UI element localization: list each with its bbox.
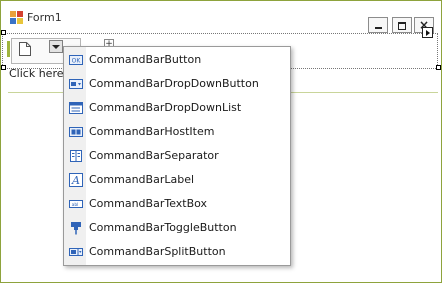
menu-item-label: CommandBarToggleButton [89, 221, 237, 234]
host-item-icon [69, 127, 83, 137]
menu-item-commandbardropdownbutton[interactable]: CommandBarDropDownButton [64, 72, 290, 96]
menu-item-commandbarhostitem[interactable]: CommandBarHostItem [64, 120, 290, 144]
menu-item-commandbarsplitbutton[interactable]: CommandBarSplitButton [64, 240, 290, 264]
window-title: Form1 [27, 11, 62, 24]
menu-item-commandbarbutton[interactable]: OK CommandBarButton [64, 48, 290, 72]
toggle-button-icon [71, 222, 81, 235]
maximize-icon [398, 22, 406, 30]
smart-tag-button[interactable] [422, 27, 433, 38]
dropdown-list-icon [69, 102, 83, 114]
minimize-icon [375, 27, 382, 29]
svg-text:OK: OK [72, 58, 82, 65]
strip-grip-handle[interactable] [7, 41, 10, 57]
split-button-icon [69, 248, 83, 256]
label-icon: A [69, 173, 83, 187]
menu-item-label: CommandBarDropDownList [89, 101, 242, 114]
menu-item-commandbarlabel[interactable]: A CommandBarLabel [64, 168, 290, 192]
menu-item-label: CommandBarLabel [89, 173, 195, 186]
add-item-dropdown-menu: OK CommandBarButton CommandBarDropDownBu… [63, 46, 291, 266]
arrow-right-icon [426, 30, 430, 36]
form-icon [10, 11, 23, 24]
selection-handle[interactable] [1, 65, 6, 70]
menu-item-label: CommandBarSplitButton [89, 245, 226, 258]
maximize-button[interactable] [392, 17, 412, 33]
menu-item-label: CommandBarSeparator [89, 149, 219, 162]
svg-text:A: A [71, 174, 80, 187]
add-item-dropdown-button[interactable] [49, 40, 63, 53]
svg-text:abl: abl [72, 202, 79, 208]
click-here-hint[interactable]: Click here t [9, 67, 71, 80]
menu-item-commandbardropdownlist[interactable]: CommandBarDropDownList [64, 96, 290, 120]
selection-handle[interactable] [1, 30, 6, 35]
menu-item-label: CommandBarButton [89, 53, 202, 66]
button-icon: OK [69, 55, 83, 65]
menu-item-commandbarseparator[interactable]: CommandBarSeparator [64, 144, 290, 168]
menu-item-commandbartextbox[interactable]: abl CommandBarTextBox [64, 192, 290, 216]
menu-item-label: CommandBarHostItem [89, 125, 215, 138]
menu-item-commandbartogglebutton[interactable]: CommandBarToggleButton [64, 216, 290, 240]
chevron-down-icon [52, 45, 60, 49]
separator-icon [70, 150, 82, 162]
new-document-icon[interactable] [18, 41, 32, 57]
minimize-button[interactable] [368, 17, 388, 33]
menu-item-label: CommandBarTextBox [89, 197, 208, 210]
dropdown-button-icon [69, 79, 83, 89]
menu-item-label: CommandBarDropDownButton [89, 77, 259, 90]
selection-handle[interactable] [436, 65, 441, 70]
title-bar[interactable]: Form1 × [1, 1, 441, 35]
textbox-icon: abl [69, 200, 83, 208]
